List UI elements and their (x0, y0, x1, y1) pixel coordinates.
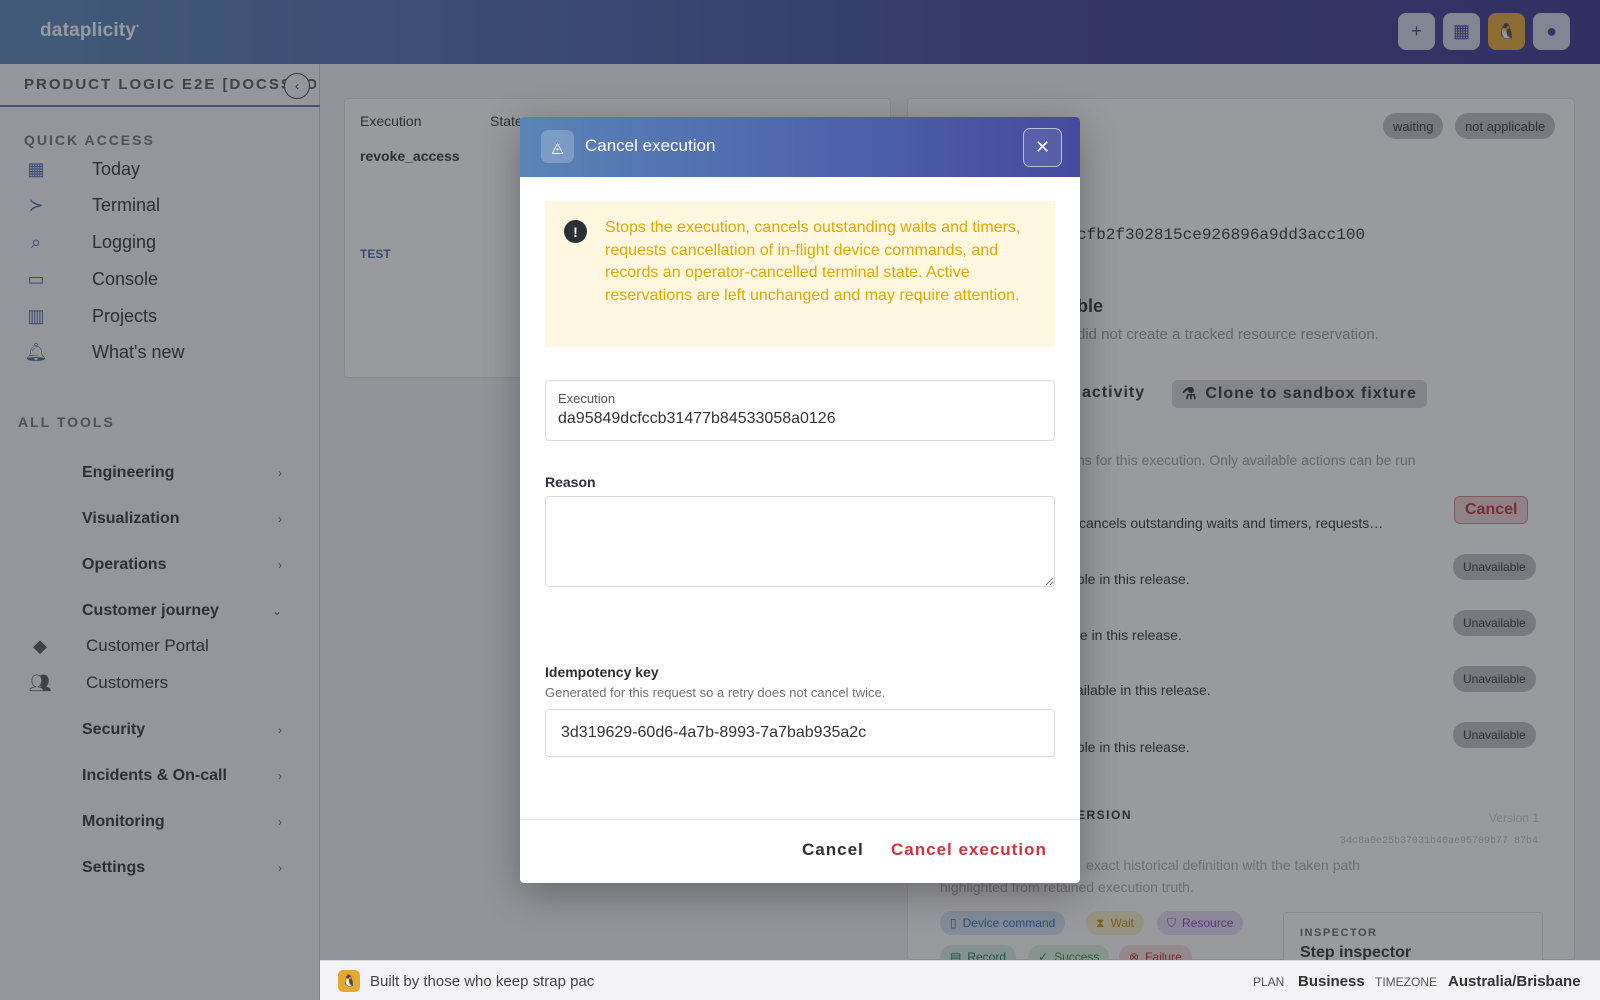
confirm-cancel-execution-button[interactable]: Cancel execution (891, 840, 1047, 860)
plan-label: PLAN (1253, 975, 1285, 989)
timezone-label: TIMEZONE (1375, 975, 1437, 989)
alert-icon: ! (564, 220, 587, 243)
footer: 🐧 Built by those who keep strap pac PLAN… (320, 960, 1600, 1000)
reason-label: Reason (545, 474, 596, 490)
close-icon: ✕ (1034, 137, 1051, 157)
idempotency-key-label: Idempotency key (545, 664, 659, 680)
footer-tagline: Built by those who keep strap pac (370, 973, 595, 990)
idempotency-key-helper: Generated for this request so a retry do… (545, 685, 886, 700)
cancel-execution-dialog: ◬ Cancel execution ✕ ! Stops the executi… (520, 117, 1080, 883)
warning-callout: ! Stops the execution, cancels outstandi… (545, 201, 1055, 347)
execution-caption: Execution (558, 391, 616, 406)
idempotency-key-input[interactable]: 3d319629-60d6-4a7b-8993-7a7bab935a2c (545, 709, 1055, 757)
dialog-title: Cancel execution (585, 136, 716, 155)
penguin-icon: 🐧 (338, 970, 360, 992)
cancel-button[interactable]: Cancel (802, 840, 864, 860)
warning-text: Stops the execution, cancels outstanding… (605, 219, 1021, 304)
reason-input[interactable] (545, 496, 1055, 587)
plan-value: Business (1298, 973, 1365, 990)
timezone-value: Australia/Brisbane (1448, 973, 1581, 990)
execution-id: da95849dcfccb31477b84533058a0126 (558, 410, 836, 427)
shapes-icon: ◬ (541, 130, 574, 163)
dialog-header: ◬ Cancel execution ✕ (520, 117, 1080, 177)
idempotency-key-value: 3d319629-60d6-4a7b-8993-7a7bab935a2c (561, 724, 867, 741)
dialog-footer: Cancel Cancel execution (520, 819, 1080, 883)
execution-field: Execution da95849dcfccb31477b84533058a01… (545, 380, 1055, 441)
close-button[interactable]: ✕ (1023, 128, 1062, 167)
